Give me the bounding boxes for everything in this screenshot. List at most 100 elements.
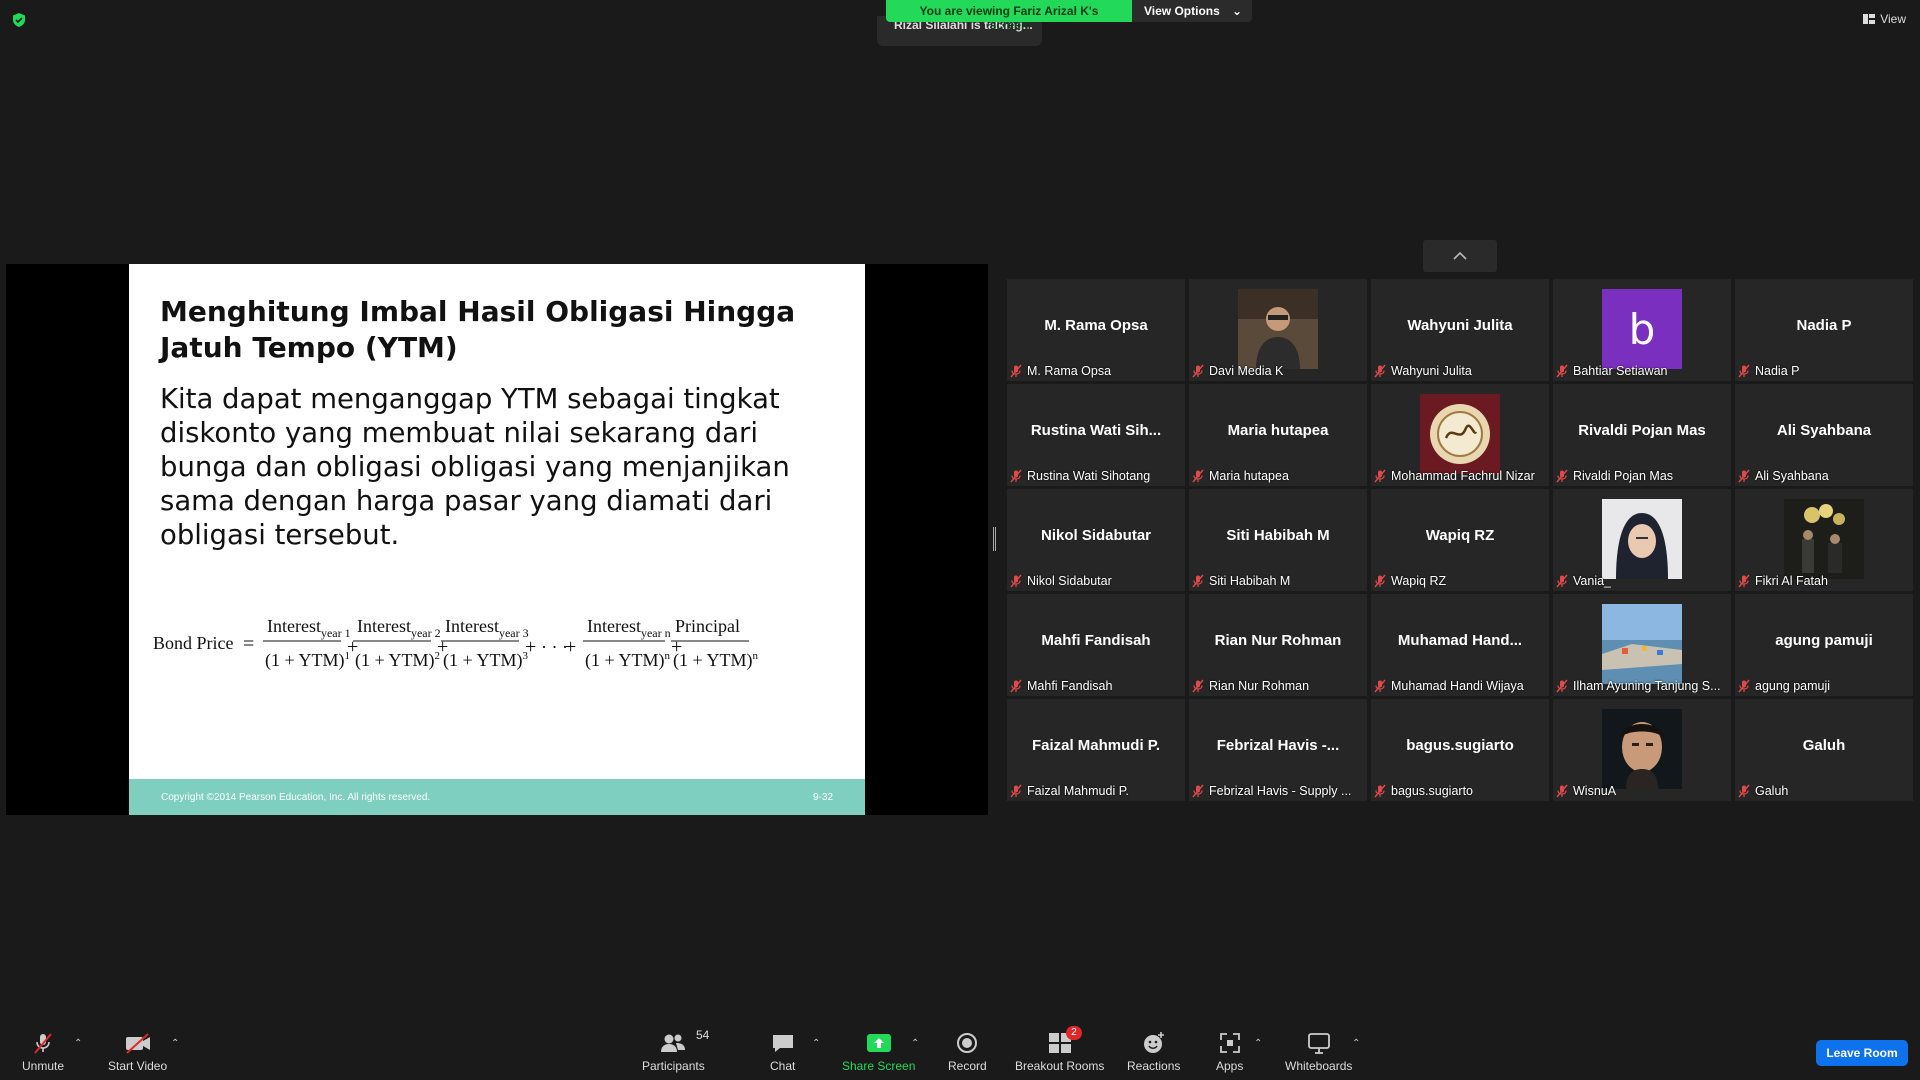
- presentation-slide: Menghitung Imbal Hasil Obligasi Hingga J…: [129, 264, 865, 815]
- participant-tile[interactable]: Ilham Ayuning Tanjung S...: [1553, 594, 1731, 696]
- participant-tile[interactable]: Nadia P Nadia P: [1735, 279, 1913, 381]
- start-video-label: Start Video: [108, 1059, 168, 1073]
- participant-tile[interactable]: Rian Nur Rohman Rian Nur Rohman: [1189, 594, 1367, 696]
- participant-name-caption: Nikol Sidabutar: [1009, 572, 1183, 590]
- participant-tile[interactable]: Wapiq RZ Wapiq RZ: [1371, 489, 1549, 591]
- participant-tile[interactable]: Davi Media K: [1189, 279, 1367, 381]
- view-options-button[interactable]: View Options ⌄: [1132, 0, 1252, 22]
- participant-display-name: Nadia P: [1796, 317, 1852, 334]
- participant-tile[interactable]: bagus.sugiarto bagus.sugiarto: [1371, 699, 1549, 801]
- share-screen-label: Share Screen: [842, 1059, 916, 1073]
- participant-name: Siti Habibah M: [1209, 574, 1291, 588]
- participant-tile[interactable]: Faizal Mahmudi P. Faizal Mahmudi P.: [1007, 699, 1185, 801]
- meeting-toolbar: Unmute ⌃ Start Video ⌃ 54 Participants C…: [0, 1020, 1920, 1080]
- participant-photo: [1602, 499, 1682, 579]
- participant-display-name: agung pamuji: [1775, 632, 1873, 649]
- participants-button[interactable]: 54 Participants: [642, 1028, 709, 1073]
- shared-screen[interactable]: Menghitung Imbal Hasil Obligasi Hingga J…: [6, 264, 988, 815]
- chat-button[interactable]: Chat: [770, 1030, 795, 1073]
- muted-mic-icon: [1192, 679, 1204, 693]
- audio-options-caret-icon[interactable]: ⌃: [74, 1038, 82, 1049]
- participant-name: Galuh: [1755, 784, 1789, 798]
- svg-text:b: b: [1629, 305, 1656, 354]
- muted-mic-icon: [34, 1033, 52, 1054]
- participant-display-name: Muhamad Hand...: [1397, 632, 1523, 649]
- apps-options-caret-icon[interactable]: ⌃: [1254, 1038, 1262, 1049]
- participant-tile[interactable]: Rivaldi Pojan Mas Rivaldi Pojan Mas: [1553, 384, 1731, 486]
- participant-tile[interactable]: Fikri Al Fatah: [1735, 489, 1913, 591]
- participant-name: Nadia P: [1755, 364, 1800, 378]
- participant-name: Febrizal Havis - Supply ...: [1209, 784, 1352, 798]
- participant-display-name: Galuh: [1802, 737, 1846, 754]
- record-button[interactable]: Record: [948, 1030, 987, 1073]
- muted-mic-icon: [1738, 574, 1750, 588]
- participant-name-caption: Galuh: [1737, 782, 1911, 800]
- whiteboard-options-caret-icon[interactable]: ⌃: [1352, 1038, 1360, 1049]
- participant-tile[interactable]: Wahyuni Julita Wahyuni Julita: [1371, 279, 1549, 381]
- participant-name: Rivaldi Pojan Mas: [1573, 469, 1674, 483]
- participant-tile[interactable]: WisnuA: [1553, 699, 1731, 801]
- participant-tile[interactable]: b Bahtiar Setiawan: [1553, 279, 1731, 381]
- participant-tile[interactable]: Maria hutapea Maria hutapea: [1189, 384, 1367, 486]
- participant-photo: [1238, 289, 1318, 369]
- participant-display-name: bagus.sugiarto: [1406, 737, 1514, 754]
- participant-name-caption: M. Rama Opsa: [1009, 362, 1183, 380]
- participant-tile[interactable]: M. Rama Opsa M. Rama Opsa: [1007, 279, 1185, 381]
- participant-name-caption: Muhamad Handi Wijaya: [1373, 677, 1547, 695]
- muted-mic-icon: [1738, 469, 1750, 483]
- participant-tile[interactable]: Mahfi Fandisah Mahfi Fandisah: [1007, 594, 1185, 696]
- participant-name: Wapiq RZ: [1391, 574, 1447, 588]
- participant-name: Nikol Sidabutar: [1027, 574, 1112, 588]
- security-shield-icon[interactable]: [11, 12, 27, 28]
- share-options-caret-icon[interactable]: ⌃: [911, 1038, 919, 1049]
- participant-name: agung pamuji: [1755, 679, 1831, 693]
- gallery-collapse-button[interactable]: [1423, 240, 1497, 272]
- chat-options-caret-icon[interactable]: ⌃: [812, 1038, 820, 1049]
- view-button[interactable]: View: [1863, 12, 1906, 26]
- participant-tile[interactable]: Muhamad Hand... Muhamad Handi Wijaya: [1371, 594, 1549, 696]
- record-label: Record: [948, 1059, 987, 1073]
- video-options-caret-icon[interactable]: ⌃: [171, 1038, 179, 1049]
- unmute-button[interactable]: Unmute: [22, 1030, 64, 1073]
- muted-mic-icon: [1192, 364, 1204, 378]
- plus-sign: +: [525, 636, 536, 658]
- participant-tile[interactable]: Vania_: [1553, 489, 1731, 591]
- apps-button[interactable]: Apps: [1216, 1030, 1243, 1073]
- bond-price-formula: Bond Price = Interestyear 1(1 + YTM)1+In…: [153, 616, 758, 671]
- reactions-button[interactable]: Reactions: [1127, 1030, 1180, 1073]
- participant-tile[interactable]: Nikol Sidabutar Nikol Sidabutar: [1007, 489, 1185, 591]
- reactions-label: Reactions: [1127, 1059, 1181, 1073]
- participant-name-caption: Wahyuni Julita: [1373, 362, 1547, 380]
- muted-mic-icon: [1556, 364, 1568, 378]
- whiteboards-button[interactable]: Whiteboards: [1285, 1030, 1352, 1073]
- participant-tile[interactable]: Febrizal Havis -... Febrizal Havis - Supp…: [1189, 699, 1367, 801]
- participant-tile[interactable]: Ali Syahbana Ali Syahbana: [1735, 384, 1913, 486]
- participant-tile[interactable]: Rustina Wati Sih... Rustina Wati Sihotang: [1007, 384, 1185, 486]
- participant-display-name: Ali Syahbana: [1776, 422, 1872, 439]
- formula-terms: Interestyear 1(1 + YTM)1+Interestyear 2(…: [263, 616, 758, 671]
- participant-tile[interactable]: Mohammad Fachrul Nizar: [1371, 384, 1549, 486]
- participant-name-caption: Bahtiar Setiawan: [1555, 362, 1729, 380]
- breakout-rooms-button[interactable]: 2 Breakout Rooms: [1015, 1026, 1104, 1073]
- participant-name: Ilham Ayuning Tanjung S...: [1573, 679, 1721, 693]
- leave-room-button[interactable]: Leave Room: [1816, 1040, 1908, 1066]
- participant-name-caption: Faizal Mahmudi P.: [1009, 782, 1183, 800]
- participant-name: Muhamad Handi Wijaya: [1391, 679, 1524, 693]
- participant-display-name: Wahyuni Julita: [1407, 317, 1513, 334]
- participant-name-caption: Rian Nur Rohman: [1191, 677, 1365, 695]
- participant-name-caption: Ilham Ayuning Tanjung S...: [1555, 677, 1729, 695]
- participant-name: Faizal Mahmudi P.: [1027, 784, 1129, 798]
- slide-body: Kita dapat menganggap YTM sebagai tingka…: [160, 383, 790, 551]
- share-screen-button[interactable]: Share Screen: [842, 1030, 915, 1073]
- participant-tile[interactable]: agung pamuji agung pamuji: [1735, 594, 1913, 696]
- resize-handle[interactable]: [993, 527, 996, 551]
- participant-name: Ali Syahbana: [1755, 469, 1829, 483]
- participant-tile[interactable]: Galuh Galuh: [1735, 699, 1913, 801]
- participant-display-name: Siti Habibah M: [1226, 527, 1330, 544]
- participant-tile[interactable]: Siti Habibah M Siti Habibah M: [1189, 489, 1367, 591]
- participant-name-caption: Siti Habibah M: [1191, 572, 1365, 590]
- start-video-button[interactable]: Start Video: [108, 1030, 167, 1073]
- unmute-label: Unmute: [22, 1059, 65, 1073]
- participant-photo: [1784, 499, 1864, 579]
- muted-mic-icon: [1556, 784, 1568, 798]
